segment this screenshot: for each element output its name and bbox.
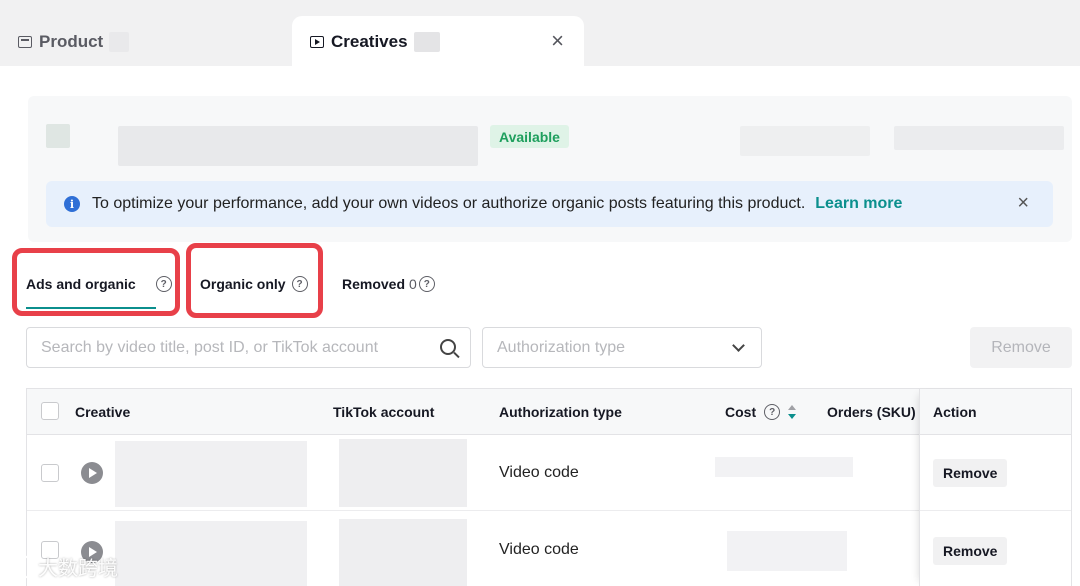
- redacted-product-name: [118, 126, 478, 166]
- info-icon: i: [64, 196, 80, 212]
- col-cost[interactable]: Cost ?: [725, 404, 797, 420]
- redacted-account: [339, 519, 467, 586]
- tab-removed-label: Removed: [342, 276, 406, 292]
- col-cost-label: Cost: [725, 404, 757, 420]
- tab-creatives-label: Creatives: [331, 32, 408, 51]
- search-placeholder: Search by video title, post ID, or TikTo…: [41, 338, 379, 356]
- authorization-placeholder: Authorization type: [497, 338, 626, 356]
- sort-icon[interactable]: [788, 405, 797, 419]
- redacted-block: [109, 32, 130, 52]
- banner-message: To optimize your performance, add your o…: [92, 195, 806, 212]
- close-tab-icon[interactable]: ×: [551, 30, 564, 52]
- col-authorization-type: Authorization type: [499, 404, 622, 420]
- play-icon[interactable]: [81, 462, 103, 484]
- action-column-divider: [919, 389, 1073, 586]
- tab-creatives[interactable]: Creatives ×: [292, 16, 584, 68]
- redacted-cost: [727, 531, 847, 571]
- help-icon[interactable]: ?: [418, 276, 435, 292]
- redacted-block: [740, 126, 870, 156]
- close-icon[interactable]: ×: [1017, 193, 1029, 213]
- watermark-logo-icon: [8, 554, 34, 579]
- redacted-block: [894, 126, 1064, 150]
- remove-button[interactable]: Remove: [970, 327, 1072, 368]
- redacted-video-title: [115, 521, 307, 586]
- redacted-video-title: [115, 441, 307, 507]
- authorization-type-select[interactable]: Authorization type: [482, 327, 762, 368]
- select-all-checkbox[interactable]: [41, 402, 59, 420]
- video-icon: [310, 36, 324, 48]
- table-header: Creative TikTok account Authorization ty…: [27, 389, 1071, 435]
- table-row: Video code Remove: [27, 435, 1071, 511]
- watermark-text: 大数跨境: [38, 556, 118, 580]
- col-tiktok-account: TikTok account: [333, 404, 435, 420]
- top-tab-bar: Product Creatives ×: [0, 0, 1080, 68]
- authorization-type-value: Video code: [499, 541, 579, 558]
- highlight-box: [186, 243, 323, 318]
- search-icon[interactable]: [440, 339, 456, 355]
- col-creative: Creative: [75, 404, 131, 420]
- redacted-cost: [715, 457, 853, 477]
- highlight-box: [12, 248, 180, 316]
- chevron-down-icon: [732, 339, 745, 352]
- authorization-type-value: Video code: [499, 464, 579, 481]
- tab-product[interactable]: Product: [18, 18, 130, 66]
- removed-count: 0: [409, 276, 417, 292]
- row-checkbox[interactable]: [41, 464, 59, 482]
- status-badge: Available: [490, 125, 569, 148]
- tab-removed[interactable]: Removed 0 ?: [342, 276, 435, 292]
- table-row: Video code Remove: [27, 511, 1071, 586]
- product-icon: [18, 36, 32, 48]
- col-orders-sku: Orders (SKU): [827, 404, 916, 420]
- creatives-table: Creative TikTok account Authorization ty…: [26, 388, 1072, 586]
- watermark: 大数跨境: [8, 552, 118, 581]
- product-thumbnail: [46, 124, 70, 148]
- info-banner: i To optimize your performance, add your…: [46, 181, 1053, 227]
- redacted-account: [339, 439, 467, 507]
- search-input[interactable]: Search by video title, post ID, or TikTo…: [26, 327, 471, 368]
- help-icon[interactable]: ?: [764, 404, 781, 420]
- tab-product-label: Product: [39, 32, 104, 51]
- redacted-block: [413, 32, 440, 52]
- learn-more-link[interactable]: Learn more: [815, 195, 902, 213]
